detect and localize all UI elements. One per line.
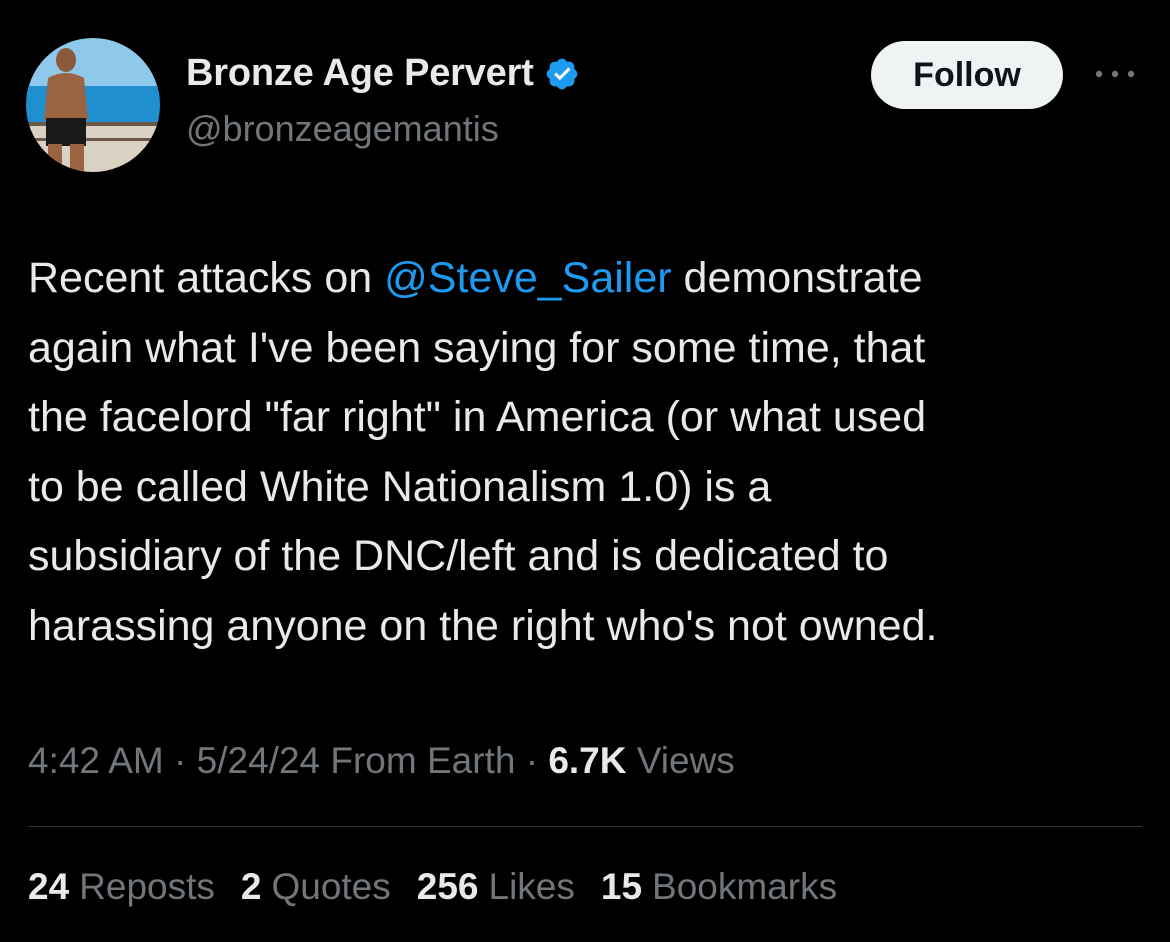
tweet-line: Recent attacks on @Steve_Sailer demonstr… — [28, 244, 1148, 314]
stat-number: 256 — [416, 866, 479, 907]
stat-number: 24 — [28, 866, 70, 907]
stat-label: Bookmarks — [652, 866, 838, 907]
tweet-line: to be called White Nationalism 1.0) is a — [28, 462, 772, 511]
meta-separator: · — [515, 740, 549, 781]
verified-badge-icon[interactable] — [544, 56, 580, 92]
divider — [28, 826, 1142, 827]
tweet-text-segment: demonstrate — [671, 254, 923, 302]
stat-label: Reposts — [79, 866, 215, 907]
author-handle[interactable]: @bronzeagemantis — [186, 108, 499, 150]
views-label: Views — [626, 740, 735, 781]
author-name-row: Bronze Age Pervert — [186, 52, 580, 95]
more-horizontal-icon[interactable] — [1090, 62, 1140, 86]
stat-number: 2 — [240, 866, 262, 907]
avatar[interactable] — [26, 38, 160, 172]
tweet-line: harassing anyone on the right who's not … — [28, 601, 938, 650]
tweet-meta: 4:42 AM · 5/24/24 From Earth · 6.7K View… — [28, 740, 735, 782]
tweet-text: Recent attacks on @Steve_Sailer demonstr… — [28, 244, 1148, 661]
stat-quotes[interactable]: 2 Quotes — [241, 866, 391, 908]
stat-reposts[interactable]: 24 Reposts — [28, 866, 215, 908]
tweet-text-segment: Recent attacks on — [28, 254, 385, 302]
follow-button[interactable]: Follow — [871, 41, 1063, 109]
stat-number: 15 — [600, 866, 643, 907]
tweet-source: From Earth — [320, 740, 516, 781]
views-count[interactable]: 6.7K — [548, 740, 626, 781]
tweet-line: again what I've been saying for some tim… — [28, 323, 926, 372]
meta-separator: · — [163, 740, 197, 781]
tweet-line: subsidiary of the DNC/left and is dedica… — [28, 532, 889, 580]
tweet-time[interactable]: 4:42 AM — [28, 740, 164, 781]
engagement-stats: 24 Reposts 2 Quotes 256 Likes 15 Bookmarks — [28, 866, 863, 908]
stat-label: Quotes — [271, 866, 391, 907]
stat-likes[interactable]: 256 Likes — [417, 866, 575, 908]
mention-link[interactable]: @Steve_Sailer — [384, 254, 671, 302]
stat-bookmarks[interactable]: 15 Bookmarks — [601, 866, 837, 908]
tweet-date[interactable]: 5/24/24 — [197, 740, 320, 781]
display-name[interactable]: Bronze Age Pervert — [186, 52, 534, 95]
stat-label: Likes — [488, 866, 575, 907]
tweet-line: the facelord "far right" in America (or … — [28, 393, 927, 441]
